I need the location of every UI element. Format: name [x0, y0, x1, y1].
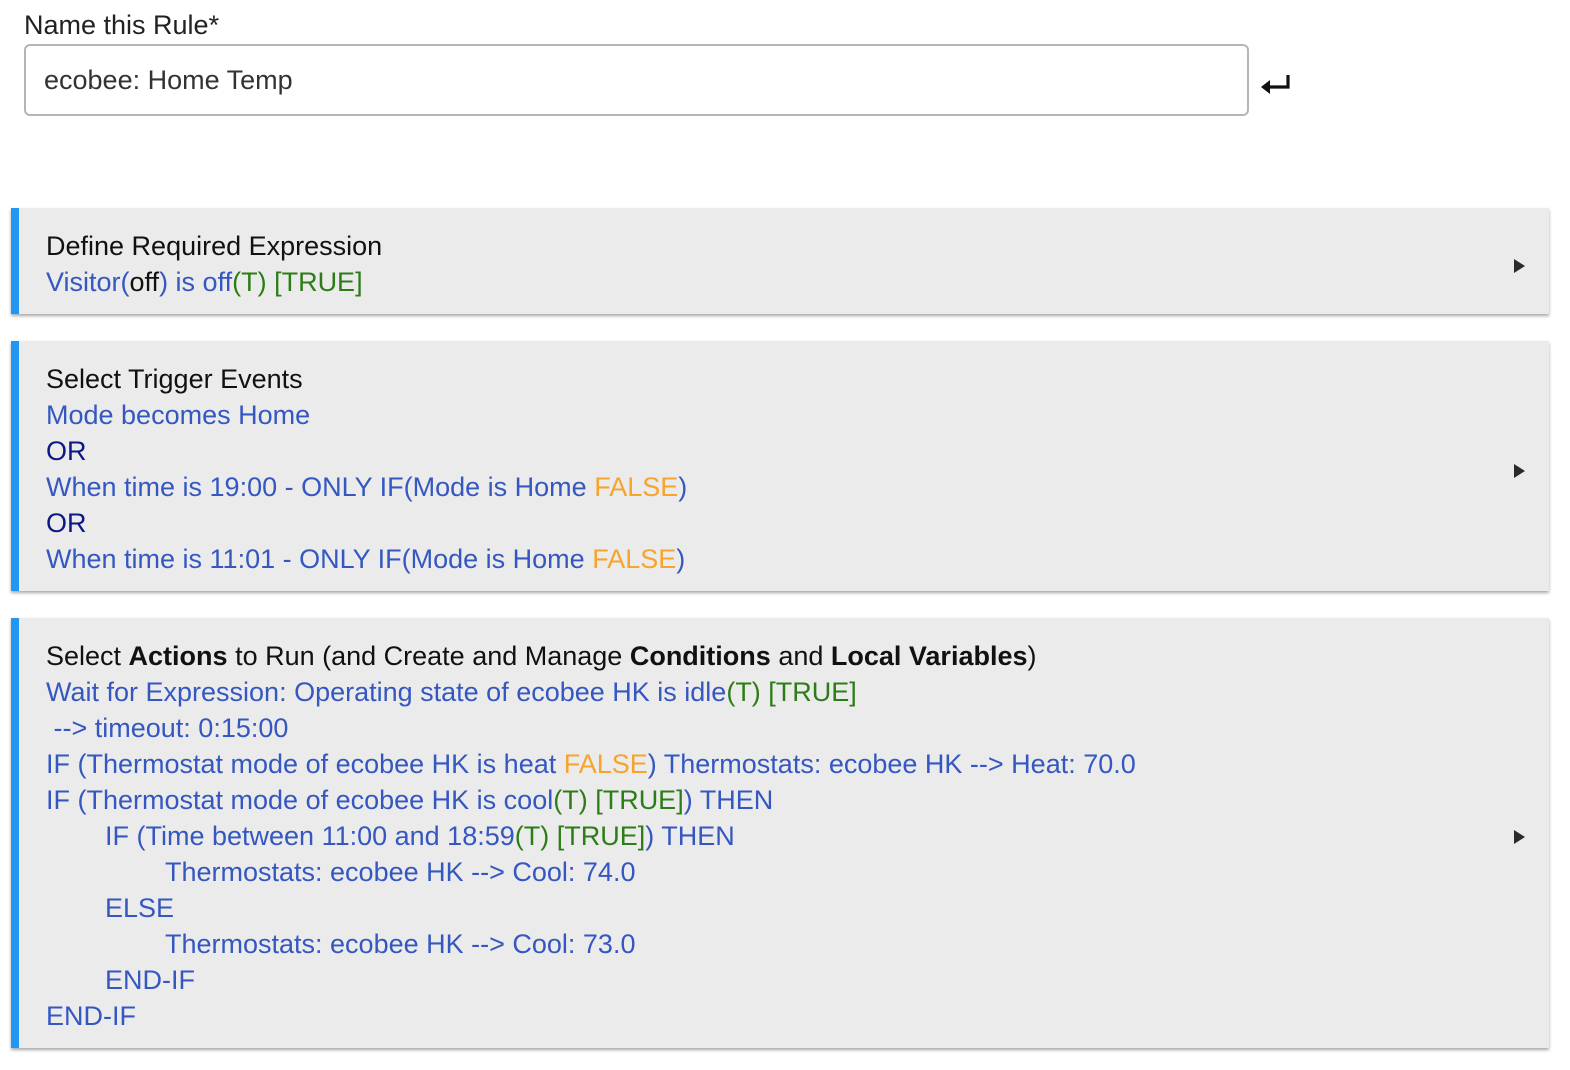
- section-title: Select Trigger Events: [46, 364, 303, 394]
- trigger-item[interactable]: Mode becomes Home: [46, 397, 1489, 433]
- action-item[interactable]: Wait for Expression: Operating state of …: [46, 674, 1489, 710]
- rule-editor-page: Name this Rule* Define Required Expressi…: [0, 0, 1570, 1070]
- trigger-item[interactable]: When time is 11:01 - ONLY IF(Mode is Hom…: [46, 541, 1489, 577]
- action-item[interactable]: IF (Time between 11:00 and 18:59(T) [TRU…: [46, 818, 1489, 854]
- action-item[interactable]: END-IF: [46, 998, 1489, 1034]
- action-item[interactable]: IF (Thermostat mode of ecobee HK is cool…: [46, 782, 1489, 818]
- trigger-item[interactable]: When time is 19:00 - ONLY IF(Mode is Hom…: [46, 469, 1489, 505]
- action-item[interactable]: IF (Thermostat mode of ecobee HK is heat…: [46, 746, 1489, 782]
- or-separator: OR: [46, 436, 87, 466]
- action-item[interactable]: --> timeout: 0:15:00: [46, 710, 1489, 746]
- required-expression-summary[interactable]: Visitor(off) is off(T) [TRUE]: [46, 264, 1489, 300]
- action-item[interactable]: END-IF: [46, 962, 1489, 998]
- action-item[interactable]: Thermostats: ecobee HK --> Cool: 73.0: [46, 926, 1489, 962]
- enter-return-icon[interactable]: [1259, 70, 1295, 100]
- section-title: Select Actions to Run (and Create and Ma…: [46, 641, 1037, 671]
- or-separator: OR: [46, 508, 87, 538]
- rule-name-label: Name this Rule*: [24, 10, 220, 40]
- section-title: Define Required Expression: [46, 231, 383, 261]
- rule-name-input[interactable]: [24, 44, 1249, 116]
- action-item[interactable]: Thermostats: ecobee HK --> Cool: 74.0: [46, 854, 1489, 890]
- expand-arrow-icon[interactable]: [1514, 259, 1525, 273]
- required-expression-section[interactable]: Define Required Expression Visitor(off) …: [11, 208, 1549, 314]
- action-item[interactable]: ELSE: [46, 890, 1489, 926]
- trigger-events-section[interactable]: Select Trigger Events Mode becomes Home …: [11, 341, 1549, 591]
- expand-arrow-icon[interactable]: [1514, 464, 1525, 478]
- expand-arrow-icon[interactable]: [1514, 830, 1525, 844]
- actions-section[interactable]: Select Actions to Run (and Create and Ma…: [11, 618, 1549, 1048]
